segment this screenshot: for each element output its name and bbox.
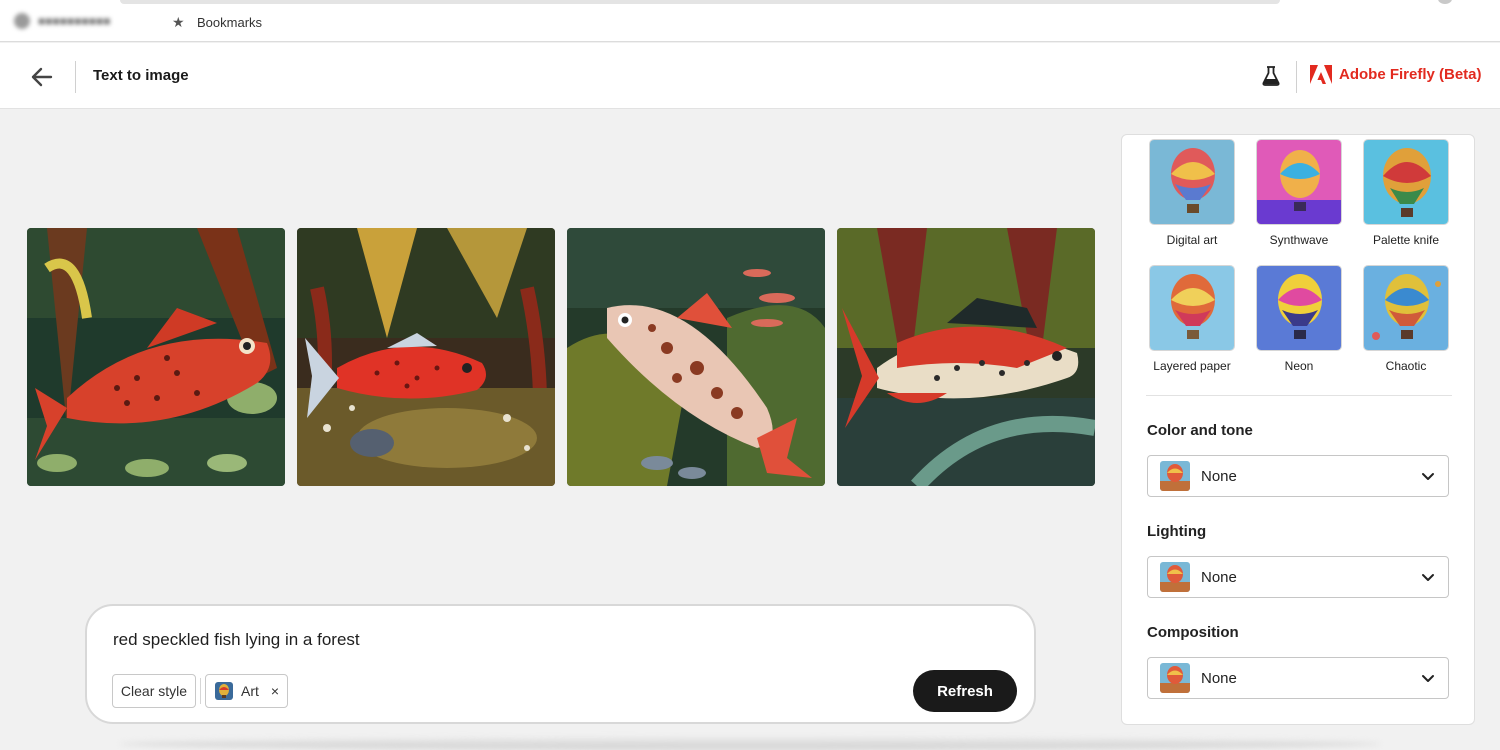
fish-image-1 xyxy=(27,228,285,486)
adobe-logo-icon xyxy=(1310,65,1332,84)
balloon-thumbnail-icon xyxy=(1160,562,1190,592)
back-button[interactable] xyxy=(28,63,56,91)
blurred-bookmark-text: ■■■■■■■■■■ xyxy=(38,14,111,28)
neon-thumbnail xyxy=(1256,265,1342,351)
composition-value: None xyxy=(1201,669,1237,687)
header-divider xyxy=(75,61,76,93)
chaotic-thumbnail xyxy=(1363,265,1449,351)
style-label: Layered paper xyxy=(1153,359,1231,373)
fish-image-4 xyxy=(837,228,1095,486)
chevron-down-icon xyxy=(1422,675,1434,682)
window-shadow xyxy=(120,738,1380,750)
style-label: Synthwave xyxy=(1269,233,1329,247)
lighting-title: Lighting xyxy=(1147,523,1207,540)
bookmarks-bar: ■■■■■■■■■■ ★ Bookmarks xyxy=(0,0,1500,42)
balloon-thumbnail-icon xyxy=(1160,461,1190,491)
style-label: Neon xyxy=(1284,359,1314,373)
bookmark-favicon-icon xyxy=(14,13,30,29)
brand[interactable]: Adobe Firefly (Beta) xyxy=(1310,65,1482,84)
style-tile-palette-knife[interactable]: Palette knife xyxy=(1363,139,1449,247)
style-tile-synthwave[interactable]: Synthwave xyxy=(1256,139,1342,247)
star-icon: ★ xyxy=(172,14,185,30)
fish-image-3 xyxy=(567,228,825,486)
profile-avatar[interactable] xyxy=(1438,0,1452,4)
digital-art-thumbnail xyxy=(1149,139,1235,225)
arrow-left-icon xyxy=(31,67,53,87)
color-and-tone-title: Color and tone xyxy=(1147,422,1253,439)
labs-button[interactable] xyxy=(1258,63,1284,89)
header-divider xyxy=(1296,61,1297,93)
result-image-2[interactable] xyxy=(297,228,555,486)
style-label: Palette knife xyxy=(1372,233,1440,247)
lighting-value: None xyxy=(1201,568,1237,586)
result-image-4[interactable] xyxy=(837,228,1095,486)
blurred-bookmark[interactable]: ■■■■■■■■■■ xyxy=(14,13,110,29)
address-bar-edge xyxy=(120,0,1280,4)
result-image-1[interactable] xyxy=(27,228,285,486)
composition-title: Composition xyxy=(1147,624,1239,641)
result-image-3[interactable] xyxy=(567,228,825,486)
style-tile-chaotic[interactable]: Chaotic xyxy=(1363,265,1449,373)
chevron-down-icon xyxy=(1422,574,1434,581)
synthwave-thumbnail xyxy=(1256,139,1342,225)
style-tile-neon[interactable]: Neon xyxy=(1256,265,1342,373)
remove-style-icon[interactable]: × xyxy=(271,683,279,699)
fish-image-2 xyxy=(297,228,555,486)
style-tile-digital-art[interactable]: Digital art xyxy=(1149,139,1235,247)
brand-name: Adobe Firefly (Beta) xyxy=(1339,66,1482,83)
style-label: Chaotic xyxy=(1385,359,1427,373)
chevron-down-icon xyxy=(1422,473,1434,480)
lighting-dropdown[interactable]: None xyxy=(1147,556,1449,598)
bookmarks-folder[interactable]: Bookmarks xyxy=(197,15,262,30)
art-style-thumbnail-icon xyxy=(215,682,233,700)
app-header: Text to image Adobe Firefly (Beta) xyxy=(0,43,1500,109)
styles-panel: Digital art Synthwave Palette knife Laye… xyxy=(1121,134,1475,725)
prompt-box: red speckled fish lying in a forest Clea… xyxy=(85,604,1036,724)
style-chip-label: Art xyxy=(241,683,259,699)
color-and-tone-dropdown[interactable]: None xyxy=(1147,455,1449,497)
prompt-input[interactable]: red speckled fish lying in a forest xyxy=(113,630,360,650)
flask-icon xyxy=(1262,66,1280,86)
clear-style-button[interactable]: Clear style xyxy=(112,674,196,708)
layered-paper-thumbnail xyxy=(1149,265,1235,351)
chip-divider xyxy=(200,678,201,704)
panel-divider xyxy=(1146,395,1452,396)
refresh-button[interactable]: Refresh xyxy=(913,670,1017,712)
page-title: Text to image xyxy=(93,67,189,84)
palette-knife-thumbnail xyxy=(1363,139,1449,225)
balloon-thumbnail-icon xyxy=(1160,663,1190,693)
composition-dropdown[interactable]: None xyxy=(1147,657,1449,699)
color-and-tone-value: None xyxy=(1201,467,1237,485)
style-chip-art[interactable]: Art × xyxy=(205,674,288,708)
style-label: Digital art xyxy=(1166,233,1218,247)
style-tile-layered-paper[interactable]: Layered paper xyxy=(1149,265,1235,373)
